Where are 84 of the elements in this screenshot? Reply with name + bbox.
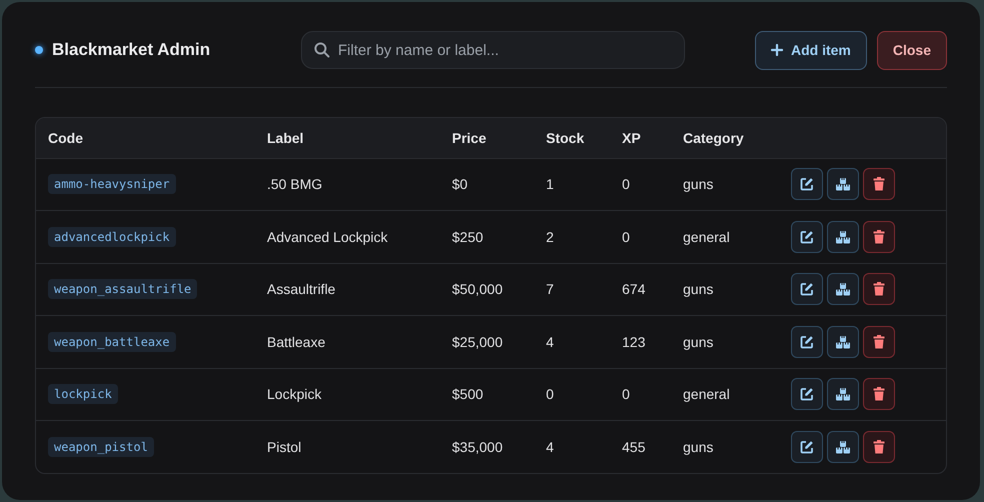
item-code: lockpick	[48, 384, 118, 404]
table-cell: Assaultrifle	[255, 263, 440, 316]
table-cell: 4	[534, 420, 610, 473]
stock-button[interactable]	[827, 273, 859, 306]
table-cell: $250	[440, 210, 534, 263]
column-header: Price	[440, 118, 534, 158]
delete-button[interactable]	[863, 326, 895, 358]
edit-icon	[800, 334, 814, 349]
table-cell: 7	[534, 263, 610, 316]
column-header: Stock	[534, 118, 610, 158]
table-cell: 2	[534, 210, 610, 263]
window-title: Blackmarket Admin	[52, 40, 210, 60]
table-cell: guns	[671, 158, 779, 210]
edit-button[interactable]	[791, 220, 823, 253]
table-cell: .50 BMG	[255, 158, 440, 210]
search-field[interactable]: Filter by name or label...	[301, 31, 685, 69]
stock-button[interactable]	[827, 431, 859, 463]
edit-icon	[800, 282, 814, 296]
boxes-icon	[835, 440, 851, 454]
item-code: weapon_assaultrifle	[48, 279, 198, 300]
edit-button[interactable]	[791, 431, 823, 463]
status-dot	[35, 46, 43, 54]
table-cell: 1	[534, 158, 610, 210]
edit-icon	[800, 387, 814, 402]
table-cell: $0	[440, 158, 534, 210]
boxes-icon	[835, 334, 851, 349]
delete-button[interactable]	[863, 273, 895, 306]
plus-icon	[770, 44, 783, 56]
table-cell: guns	[671, 263, 779, 316]
trash-icon	[873, 334, 885, 349]
boxes-icon	[835, 282, 851, 296]
column-header: Label	[255, 118, 440, 158]
stock-button[interactable]	[827, 220, 859, 253]
edit-button[interactable]	[791, 326, 823, 358]
edit-icon	[800, 440, 814, 454]
edit-button[interactable]	[791, 273, 823, 306]
table-cell: Battleaxe	[255, 316, 440, 368]
table-cell: 0	[610, 368, 671, 420]
table-cell: Lockpick	[255, 368, 440, 420]
item-code: advancedlockpick	[48, 226, 176, 247]
table-cell: Advanced Lockpick	[255, 210, 440, 263]
trash-icon	[873, 440, 885, 454]
table-cell: 455	[610, 420, 671, 473]
table-cell: guns	[671, 420, 779, 473]
item-code: weapon_pistol	[48, 437, 154, 457]
column-header: Category	[671, 118, 779, 158]
boxes-icon	[835, 387, 851, 402]
trash-icon	[873, 387, 885, 402]
table-cell: Pistol	[255, 420, 440, 473]
stock-button[interactable]	[827, 378, 859, 410]
close-button[interactable]: Close	[876, 30, 947, 70]
edit-icon	[800, 230, 814, 244]
trash-icon	[873, 230, 885, 244]
item-code: weapon_battleaxe	[48, 332, 176, 352]
delete-button[interactable]	[863, 220, 895, 253]
table-cell: general	[671, 368, 779, 420]
table-cell: $500	[440, 368, 534, 420]
edit-button[interactable]	[791, 168, 823, 200]
delete-button[interactable]	[863, 168, 895, 200]
table-cell: guns	[671, 316, 779, 368]
table-cell: 0	[610, 210, 671, 263]
column-header: Code	[36, 118, 255, 158]
table-cell: $50,000	[440, 263, 534, 316]
edit-button[interactable]	[791, 378, 823, 410]
edit-icon	[800, 177, 814, 192]
delete-button[interactable]	[863, 431, 895, 463]
item-code: ammo-heavysniper	[48, 174, 176, 194]
boxes-icon	[835, 230, 851, 244]
table-cell: $35,000	[440, 420, 534, 473]
table-cell: 0	[534, 368, 610, 420]
table-cell: 674	[610, 263, 671, 316]
trash-icon	[873, 282, 885, 296]
boxes-icon	[835, 177, 851, 192]
column-header: XP	[610, 118, 671, 158]
table-cell: $25,000	[440, 316, 534, 368]
stock-button[interactable]	[827, 326, 859, 358]
delete-button[interactable]	[863, 378, 895, 410]
table-cell: 4	[534, 316, 610, 368]
add-item-button[interactable]: Add item	[754, 30, 867, 70]
trash-icon	[873, 177, 885, 192]
stock-button[interactable]	[827, 168, 859, 200]
table-cell: general	[671, 210, 779, 263]
table-cell: 123	[610, 316, 671, 368]
table-cell: 0	[610, 158, 671, 210]
